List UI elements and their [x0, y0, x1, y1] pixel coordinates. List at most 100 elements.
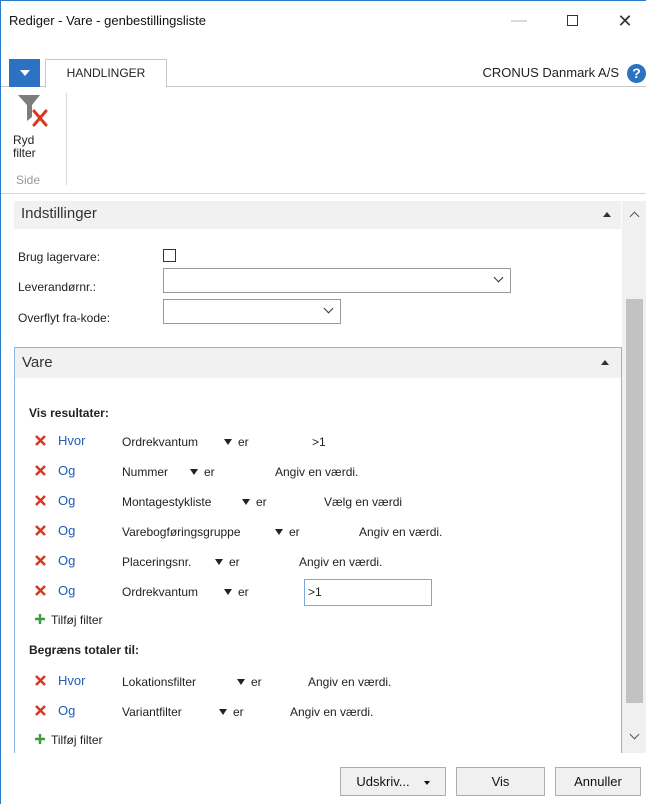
field-dropdown-icon[interactable]: [224, 439, 232, 445]
show-results-title: Vis resultater:: [29, 406, 109, 420]
filter-value[interactable]: Angiv en værdi.: [275, 465, 358, 479]
filter-row: Og Placeringsnr. er Angiv en værdi.: [34, 552, 614, 572]
delete-filter-icon[interactable]: [34, 674, 47, 687]
filter-value[interactable]: Vælg en værdi: [324, 495, 402, 509]
plus-icon: [35, 734, 45, 744]
app-menu-button[interactable]: [9, 59, 40, 87]
item-fasttab: Vare Vis resultater: Hvor Ordrekvantum e…: [14, 347, 622, 753]
filter-conjunction: Og: [58, 703, 76, 718]
field-dropdown-icon[interactable]: [242, 499, 250, 505]
delete-filter-icon[interactable]: [34, 524, 47, 537]
window-title: Rediger - Vare - genbestillingsliste: [9, 13, 207, 28]
filter-row: Og Nummer er Angiv en værdi.: [34, 462, 614, 482]
filter-field-name[interactable]: Varebogføringsgruppe: [122, 525, 241, 539]
content-area[interactable]: Indstillinger Brug lagervare: Leverandør…: [1, 201, 646, 753]
ribbon-group-label: Side: [16, 173, 41, 187]
scroll-up-icon[interactable]: [629, 211, 640, 222]
filter-value[interactable]: Angiv en værdi.: [359, 525, 442, 539]
totals-filter-row: Og Variantfilter er Angiv en værdi.: [34, 702, 614, 722]
filter-field-name[interactable]: Ordrekvantum: [122, 435, 198, 449]
settings-fasttab: Indstillinger Brug lagervare: Leverandør…: [14, 201, 621, 336]
filter-field-name[interactable]: Ordrekvantum: [122, 585, 198, 599]
filter-operator: er: [251, 675, 262, 689]
collapse-icon[interactable]: [603, 212, 611, 217]
field-dropdown-icon[interactable]: [219, 709, 227, 715]
add-filter-label: Tilføj filter: [51, 613, 103, 627]
delete-filter-icon[interactable]: [34, 584, 47, 597]
dialog-window: Rediger - Vare - genbestillingsliste — ✕…: [0, 0, 646, 804]
settings-header[interactable]: Indstillinger: [14, 201, 621, 229]
show-button[interactable]: Vis: [456, 767, 545, 796]
item-header[interactable]: Vare: [15, 348, 621, 378]
field-dropdown-icon[interactable]: [190, 469, 198, 475]
delete-filter-icon[interactable]: [34, 554, 47, 567]
maximize-icon: [566, 15, 578, 27]
close-button[interactable]: ✕: [605, 7, 645, 35]
filter-field-name[interactable]: Variantfilter: [122, 705, 182, 719]
plus-icon: [35, 614, 45, 624]
delete-filter-icon[interactable]: [34, 464, 47, 477]
chevron-down-icon: [323, 303, 334, 314]
filter-field-name[interactable]: Lokationsfilter: [122, 675, 196, 689]
field-dropdown-icon[interactable]: [224, 589, 232, 595]
field-dropdown-icon[interactable]: [275, 529, 283, 535]
filter-row: Og Ordrekvantum er >1: [34, 579, 614, 606]
ribbon-divider: [66, 93, 67, 185]
company-name: CRONUS Danmark A/S: [482, 65, 619, 80]
help-icon[interactable]: ?: [627, 64, 646, 83]
settings-title: Indstillinger: [21, 205, 97, 222]
delete-filter-icon[interactable]: [34, 494, 47, 507]
cancel-button[interactable]: Annuller: [555, 767, 641, 796]
filter-conjunction: Og: [58, 463, 76, 478]
vendor-no-label: Leverandørnr.:: [18, 280, 97, 294]
totals-filter-row: Hvor Lokationsfilter er Angiv en værdi.: [34, 672, 614, 692]
filter-value-input[interactable]: >1: [304, 579, 432, 606]
filter-conjunction: Hvor: [58, 433, 86, 448]
clear-filter-button[interactable]: Ryd filter: [11, 91, 61, 171]
ribbon-tab-bar: HANDLINGER CRONUS Danmark A/S ?: [1, 59, 646, 88]
tab-handlinger[interactable]: HANDLINGER: [45, 59, 167, 88]
filter-operator: er: [289, 525, 300, 539]
title-bar: Rediger - Vare - genbestillingsliste — ✕: [1, 1, 646, 41]
use-stockkeeping-label: Brug lagervare:: [18, 250, 101, 264]
collapse-icon[interactable]: [601, 360, 609, 365]
filter-field-name[interactable]: Montagestykliste: [122, 495, 211, 509]
filter-value[interactable]: Angiv en værdi.: [290, 705, 373, 719]
clear-filter-icon: [18, 95, 48, 127]
filter-value[interactable]: Angiv en værdi.: [308, 675, 391, 689]
dialog-footer: Udskriv... Vis Annuller: [1, 753, 646, 805]
limit-totals-title: Begræns totaler til:: [29, 643, 140, 657]
field-dropdown-icon[interactable]: [237, 679, 245, 685]
filter-conjunction: Og: [58, 553, 76, 568]
filter-operator: er: [229, 555, 240, 569]
clear-filter-label: Ryd filter: [13, 133, 36, 160]
filter-operator: er: [233, 705, 244, 719]
scroll-down-icon[interactable]: [629, 729, 640, 740]
minimize-button[interactable]: —: [499, 7, 539, 35]
filter-row: Og Montagestykliste er Vælg en værdi: [34, 492, 614, 512]
filter-row: Og Varebogføringsgruppe er Angiv en værd…: [34, 522, 614, 542]
filter-value[interactable]: >1: [312, 435, 326, 449]
delete-filter-icon[interactable]: [34, 434, 47, 447]
add-filter-label: Tilføj filter: [51, 733, 103, 747]
field-dropdown-icon[interactable]: [215, 559, 223, 565]
print-label: Udskriv...: [356, 774, 410, 789]
filter-operator: er: [256, 495, 267, 509]
filter-field-name[interactable]: Nummer: [122, 465, 168, 479]
filter-conjunction: Og: [58, 583, 76, 598]
vendor-no-dropdown[interactable]: [163, 268, 511, 293]
filter-field-name[interactable]: Placeringsnr.: [122, 555, 191, 569]
filter-operator: er: [238, 435, 249, 449]
transfer-from-dropdown[interactable]: [163, 299, 341, 324]
delete-filter-icon[interactable]: [34, 704, 47, 717]
use-stockkeeping-checkbox[interactable]: [163, 249, 176, 262]
filter-row: Hvor Ordrekvantum er >1: [34, 432, 614, 452]
filter-conjunction: Og: [58, 493, 76, 508]
filter-value[interactable]: Angiv en værdi.: [299, 555, 382, 569]
print-button[interactable]: Udskriv...: [340, 767, 446, 796]
scrollbar-thumb[interactable]: [626, 299, 643, 703]
chevron-down-icon: [493, 272, 504, 283]
chevron-down-icon: [20, 70, 30, 76]
vertical-scrollbar[interactable]: [622, 201, 646, 753]
maximize-button[interactable]: [552, 7, 592, 35]
